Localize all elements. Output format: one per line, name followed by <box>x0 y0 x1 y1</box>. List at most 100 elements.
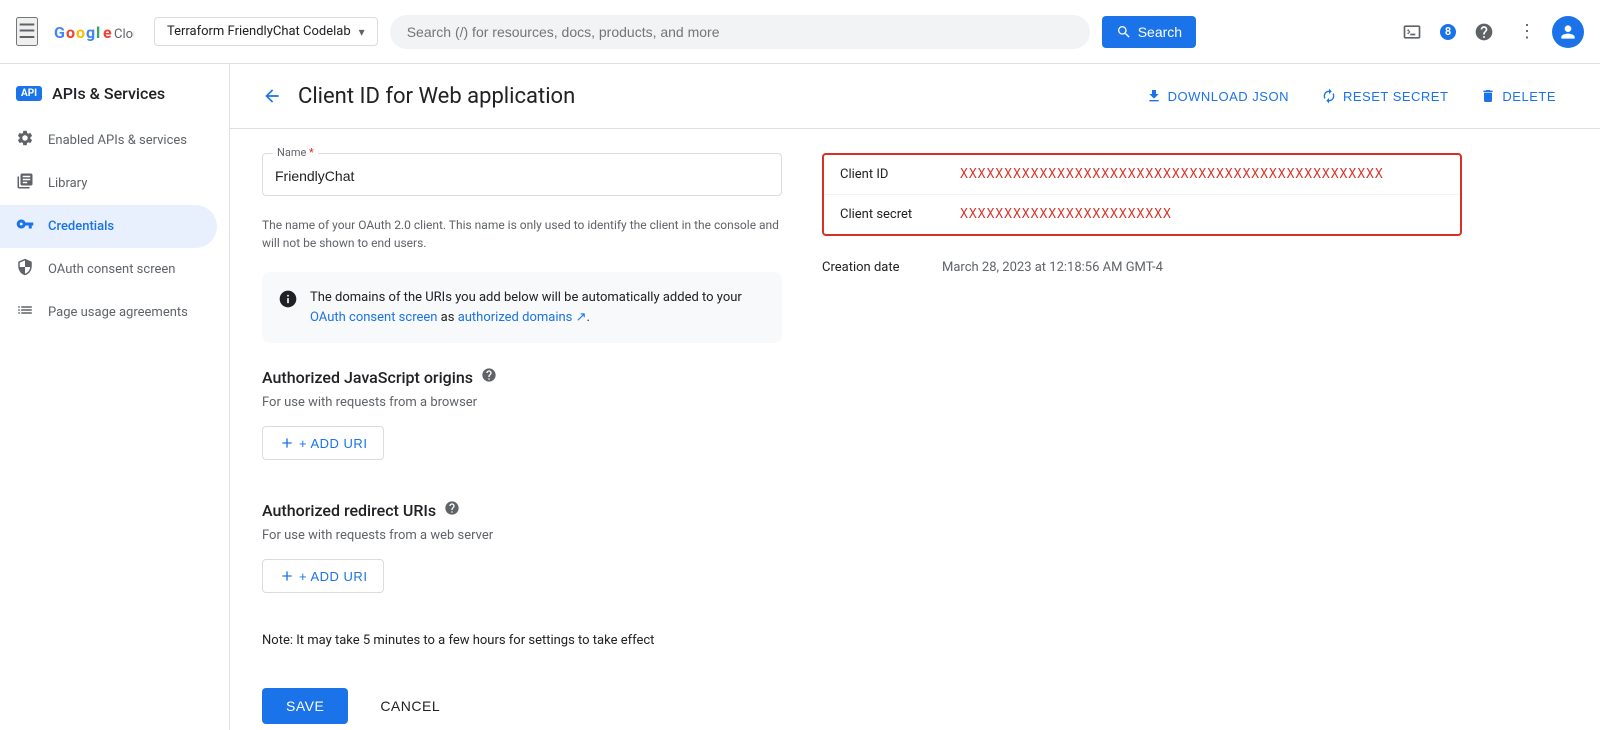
redirect-uris-title: Authorized redirect URIs <box>262 501 436 520</box>
js-origins-desc: For use with requests from a browser <box>262 395 782 410</box>
more-button[interactable]: ⋮ <box>1510 13 1544 50</box>
sidebar-item-oauth-consent[interactable]: OAuth consent screen <box>0 248 217 291</box>
redirect-uris-help-icon[interactable] <box>444 500 460 520</box>
bottom-actions: SAVE CANCEL <box>262 672 782 730</box>
info-icon <box>278 289 298 314</box>
content-area: Client ID for Web application DOWNLOAD J… <box>230 64 1600 730</box>
google-logo-svg: G o o g l e Cloud <box>54 20 134 44</box>
note-text: Note: It may take 5 minutes to a few hou… <box>262 633 782 648</box>
client-id-label: Client ID <box>840 167 960 182</box>
js-origins-section: Authorized JavaScript origins For use wi… <box>262 367 782 460</box>
cancel-button[interactable]: CANCEL <box>364 688 456 724</box>
info-box: The domains of the URIs you add below wi… <box>262 272 782 343</box>
reset-icon <box>1321 88 1337 104</box>
content-body: Name * The name of your OAuth 2.0 client… <box>230 129 1600 730</box>
more-icon: ⋮ <box>1518 21 1536 42</box>
main-layout: API APIs & Services Enabled APIs & servi… <box>0 64 1600 730</box>
client-secret-value: XXXXXXXXXXXXXXXXXXXXXXXX <box>960 207 1172 222</box>
terminal-button[interactable] <box>1394 14 1430 50</box>
client-secret-row: Client secret XXXXXXXXXXXXXXXXXXXXXXXX <box>824 195 1460 234</box>
js-origins-title-row: Authorized JavaScript origins <box>262 367 782 387</box>
save-button[interactable]: SAVE <box>262 688 348 724</box>
sidebar-item-page-usage[interactable]: Page usage agreements <box>0 291 217 334</box>
name-label: Name * <box>273 146 318 159</box>
sidebar-item-enabled-apis[interactable]: Enabled APIs & services <box>0 119 217 162</box>
delete-label: DELETE <box>1502 89 1556 104</box>
page-usage-icon <box>16 301 34 324</box>
redirect-uris-section: Authorized redirect URIs For use with re… <box>262 500 782 593</box>
sidebar-item-label: Credentials <box>48 219 114 234</box>
page-header: Client ID for Web application DOWNLOAD J… <box>230 64 1600 129</box>
right-panel: Client ID XXXXXXXXXXXXXXXXXXXXXXXXXXXXXX… <box>822 153 1462 730</box>
terminal-icon <box>1402 22 1422 42</box>
oauth-consent-link[interactable]: OAuth consent screen <box>310 310 437 325</box>
api-badge: API <box>16 86 42 101</box>
add-uri-redirect-button[interactable]: + ADD URI <box>262 559 384 593</box>
settings-icon <box>16 129 34 152</box>
hamburger-icon: ☰ <box>18 21 36 43</box>
sidebar-title: APIs & Services <box>52 84 165 103</box>
name-fieldset: Name * <box>262 153 782 196</box>
redirect-uris-title-row: Authorized redirect URIs <box>262 500 782 520</box>
js-origins-help-icon[interactable] <box>481 367 497 387</box>
download-json-button[interactable]: DOWNLOAD JSON <box>1134 80 1301 112</box>
add-uri-redirect-label: + ADD URI <box>299 569 367 584</box>
svg-text:g: g <box>86 23 95 42</box>
back-button[interactable] <box>262 86 282 106</box>
client-secret-label: Client secret <box>840 207 960 222</box>
sidebar-item-label: Enabled APIs & services <box>48 133 187 148</box>
notification-badge[interactable]: 8 <box>1438 22 1458 42</box>
delete-button[interactable]: DELETE <box>1468 80 1568 112</box>
info-text: The domains of the URIs you add below wi… <box>310 288 766 327</box>
project-selector[interactable]: Terraform FriendlyChat Codelab ▾ <box>154 17 378 46</box>
oauth-icon <box>16 258 34 281</box>
back-icon <box>262 86 282 106</box>
reset-label: RESET SECRET <box>1343 89 1448 104</box>
sidebar-item-credentials[interactable]: Credentials <box>0 205 217 248</box>
question-icon <box>481 367 497 383</box>
search-input[interactable] <box>407 24 1073 40</box>
sidebar-item-label: Library <box>48 176 87 191</box>
cancel-label: CANCEL <box>380 698 440 714</box>
credentials-box: Client ID XXXXXXXXXXXXXXXXXXXXXXXXXXXXXX… <box>822 153 1462 236</box>
name-input[interactable] <box>275 168 769 184</box>
delete-icon <box>1480 88 1496 104</box>
creation-date-label: Creation date <box>822 260 942 275</box>
creation-date-value: March 28, 2023 at 12:18:56 AM GMT-4 <box>942 260 1163 275</box>
project-selector-text: Terraform FriendlyChat Codelab <box>167 24 351 39</box>
name-form-group: Name * The name of your OAuth 2.0 client… <box>262 153 782 252</box>
name-hint: The name of your OAuth 2.0 client. This … <box>262 216 782 252</box>
library-icon <box>16 172 34 195</box>
search-button[interactable]: Search <box>1102 16 1196 48</box>
page-title: Client ID for Web application <box>298 84 1118 109</box>
header-actions: DOWNLOAD JSON RESET SECRET DELETE <box>1134 80 1568 112</box>
required-marker: * <box>309 146 314 159</box>
sidebar-item-library[interactable]: Library <box>0 162 217 205</box>
hamburger-button[interactable]: ☰ <box>16 17 38 46</box>
help-button[interactable] <box>1466 14 1502 50</box>
js-origins-title: Authorized JavaScript origins <box>262 368 473 387</box>
search-label: Search <box>1138 24 1182 40</box>
avatar-icon <box>1558 22 1578 42</box>
user-avatar[interactable] <box>1552 16 1584 48</box>
sidebar-item-label: Page usage agreements <box>48 305 188 320</box>
info-circle-icon <box>278 289 298 309</box>
authorized-domains-link[interactable]: authorized domains ↗ <box>458 310 587 325</box>
add-uri-js-label: + ADD URI <box>299 436 367 451</box>
nav-right: 8 ⋮ <box>1394 13 1584 50</box>
client-id-value: XXXXXXXXXXXXXXXXXXXXXXXXXXXXXXXXXXXXXXXX… <box>960 167 1384 182</box>
add-uri-js-button[interactable]: + ADD URI <box>262 426 384 460</box>
save-label: SAVE <box>286 698 324 714</box>
svg-text:Cloud: Cloud <box>114 27 134 42</box>
sidebar-item-label: OAuth consent screen <box>48 262 175 277</box>
svg-text:e: e <box>103 23 112 42</box>
download-label: DOWNLOAD JSON <box>1168 89 1289 104</box>
left-panel: Name * The name of your OAuth 2.0 client… <box>262 153 782 730</box>
project-dropdown-icon: ▾ <box>359 25 365 39</box>
svg-text:o: o <box>76 23 85 42</box>
download-icon <box>1146 88 1162 104</box>
credentials-icon <box>16 215 34 238</box>
client-id-row: Client ID XXXXXXXXXXXXXXXXXXXXXXXXXXXXXX… <box>824 155 1460 195</box>
reset-secret-button[interactable]: RESET SECRET <box>1309 80 1460 112</box>
creation-date-row: Creation date March 28, 2023 at 12:18:56… <box>822 252 1462 283</box>
